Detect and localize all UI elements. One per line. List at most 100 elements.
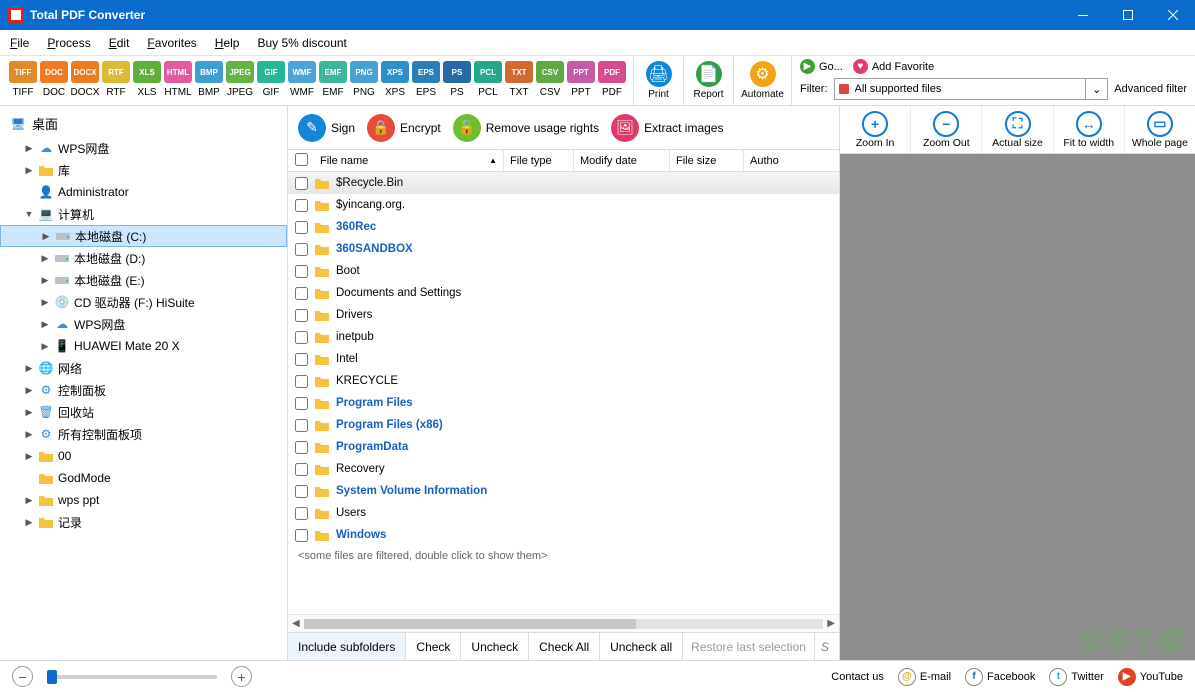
filter-dropdown-icon[interactable]: ⌄ bbox=[1086, 78, 1108, 100]
zoom-slider[interactable] bbox=[47, 675, 217, 679]
row-checkbox[interactable] bbox=[295, 309, 308, 322]
encrypt-button[interactable]: 🔒Encrypt bbox=[367, 114, 441, 142]
print-button[interactable]: 🖨 Print bbox=[634, 56, 684, 105]
folder-tree[interactable]: 🖥 桌面 ▶☁WPS网盘▶库👤Administrator▼💻计算机▶本地磁盘 (… bbox=[0, 106, 288, 660]
file-row[interactable]: ProgramData bbox=[288, 436, 839, 458]
tree-toggle-icon[interactable]: ▶ bbox=[24, 517, 34, 528]
whole-page-button[interactable]: ▭Whole page bbox=[1125, 106, 1195, 153]
email-link[interactable]: @E-mail bbox=[898, 668, 951, 686]
tree-jilu[interactable]: ▶记录 bbox=[0, 511, 287, 533]
file-row[interactable]: 360SANDBOX bbox=[288, 238, 839, 260]
filtered-note[interactable]: <some files are filtered, double click t… bbox=[288, 546, 839, 566]
facebook-link[interactable]: fFacebook bbox=[965, 668, 1035, 686]
format-doc[interactable]: DOCDOC bbox=[39, 58, 69, 105]
maximize-button[interactable] bbox=[1105, 0, 1150, 30]
format-txt[interactable]: TXTTXT bbox=[504, 58, 534, 105]
format-gif[interactable]: GIFGIF bbox=[256, 58, 286, 105]
tree-toggle-icon[interactable]: ▶ bbox=[40, 341, 50, 352]
minimize-button[interactable] bbox=[1060, 0, 1105, 30]
remove-rights-button[interactable]: 🔓Remove usage rights bbox=[453, 114, 599, 142]
file-row[interactable]: Users bbox=[288, 502, 839, 524]
file-row[interactable]: Program Files bbox=[288, 392, 839, 414]
tab-uncheck[interactable]: Uncheck bbox=[461, 633, 529, 660]
col-name[interactable]: File name▲ bbox=[314, 150, 504, 171]
tab-include-subfolders[interactable]: Include subfolders bbox=[288, 633, 406, 660]
tree-control[interactable]: ▶⚙控制面板 bbox=[0, 379, 287, 401]
tree-toggle-icon[interactable]: ▶ bbox=[24, 451, 34, 462]
menu-process[interactable]: Process bbox=[47, 36, 90, 50]
format-docx[interactable]: DOCXDOCX bbox=[70, 58, 100, 105]
tree-library[interactable]: ▶库 bbox=[0, 159, 287, 181]
file-row[interactable]: KRECYCLE bbox=[288, 370, 839, 392]
row-checkbox[interactable] bbox=[295, 265, 308, 278]
file-row[interactable]: Windows bbox=[288, 524, 839, 546]
zoom-in-status-button[interactable]: + bbox=[231, 666, 252, 687]
tree-toggle-icon[interactable]: ▶ bbox=[40, 297, 50, 308]
file-row[interactable]: Intel bbox=[288, 348, 839, 370]
row-checkbox[interactable] bbox=[295, 221, 308, 234]
file-row[interactable]: Program Files (x86) bbox=[288, 414, 839, 436]
tree-allcontrol[interactable]: ▶⚙所有控制面板项 bbox=[0, 423, 287, 445]
format-xls[interactable]: XLSXLS bbox=[132, 58, 162, 105]
tab-check-all[interactable]: Check All bbox=[529, 633, 600, 660]
file-row[interactable]: System Volume Information bbox=[288, 480, 839, 502]
file-row[interactable]: inetpub bbox=[288, 326, 839, 348]
tree-godmode[interactable]: GodMode bbox=[0, 467, 287, 489]
row-checkbox[interactable] bbox=[295, 463, 308, 476]
tree-wps-cloud2[interactable]: ▶☁WPS网盘 bbox=[0, 313, 287, 335]
tree-toggle-icon[interactable]: ▶ bbox=[40, 319, 50, 330]
format-png[interactable]: PNGPNG bbox=[349, 58, 379, 105]
tree-toggle-icon[interactable]: ▶ bbox=[40, 253, 50, 264]
tree-toggle-icon[interactable]: ▶ bbox=[24, 495, 34, 506]
zoom-out-button[interactable]: −Zoom Out bbox=[911, 106, 982, 153]
menu-file[interactable]: File bbox=[10, 36, 29, 50]
format-pdf[interactable]: PDFPDF bbox=[597, 58, 627, 105]
tree-drive-c[interactable]: ▶本地磁盘 (C:) bbox=[0, 225, 287, 247]
tree-toggle-icon[interactable]: ▶ bbox=[41, 231, 51, 242]
format-xps[interactable]: XPSXPS bbox=[380, 58, 410, 105]
row-checkbox[interactable] bbox=[295, 397, 308, 410]
format-html[interactable]: HTMLHTML bbox=[163, 58, 193, 105]
format-emf[interactable]: EMFEMF bbox=[318, 58, 348, 105]
advanced-filter-link[interactable]: Advanced filter bbox=[1114, 83, 1187, 95]
format-bmp[interactable]: BMPBMP bbox=[194, 58, 224, 105]
row-checkbox[interactable] bbox=[295, 353, 308, 366]
row-checkbox[interactable] bbox=[295, 485, 308, 498]
tree-zz[interactable]: ▶00 bbox=[0, 445, 287, 467]
tab-check[interactable]: Check bbox=[406, 633, 461, 660]
row-checkbox[interactable] bbox=[295, 419, 308, 432]
tree-drive-e[interactable]: ▶本地磁盘 (E:) bbox=[0, 269, 287, 291]
tree-toggle-icon[interactable]: ▶ bbox=[24, 429, 34, 440]
add-favorite-button[interactable]: ♥Add Favorite bbox=[853, 59, 934, 74]
slider-thumb[interactable] bbox=[47, 670, 57, 684]
fit-width-button[interactable]: ↔Fit to width bbox=[1054, 106, 1125, 153]
select-all-checkbox[interactable] bbox=[295, 153, 308, 166]
report-button[interactable]: 📄 Report bbox=[684, 56, 734, 105]
file-row[interactable]: $yincang.org. bbox=[288, 194, 839, 216]
row-checkbox[interactable] bbox=[295, 177, 308, 190]
row-checkbox[interactable] bbox=[295, 287, 308, 300]
format-tiff[interactable]: TIFFTIFF bbox=[8, 58, 38, 105]
row-checkbox[interactable] bbox=[295, 441, 308, 454]
hscrollbar[interactable]: ◀ ▶ bbox=[288, 614, 839, 632]
actual-size-button[interactable]: ⛶Actual size bbox=[982, 106, 1053, 153]
row-checkbox[interactable] bbox=[295, 331, 308, 344]
tab-search[interactable]: S bbox=[815, 633, 835, 660]
file-row[interactable]: Documents and Settings bbox=[288, 282, 839, 304]
extract-images-button[interactable]: 🖼Extract images bbox=[611, 114, 723, 142]
tree-computer[interactable]: ▼💻计算机 bbox=[0, 203, 287, 225]
tree-toggle-icon[interactable]: ▶ bbox=[24, 385, 34, 396]
scroll-left-icon[interactable]: ◀ bbox=[292, 618, 300, 629]
format-eps[interactable]: EPSEPS bbox=[411, 58, 441, 105]
menu-edit[interactable]: Edit bbox=[109, 36, 130, 50]
tree-toggle-icon[interactable]: ▶ bbox=[24, 363, 34, 374]
tree-toggle-icon[interactable]: ▶ bbox=[24, 143, 34, 154]
tree-huawei[interactable]: ▶📱HUAWEI Mate 20 X bbox=[0, 335, 287, 357]
format-pcl[interactable]: PCLPCL bbox=[473, 58, 503, 105]
tree-toggle-icon[interactable]: ▶ bbox=[40, 275, 50, 286]
tree-toggle-icon[interactable]: ▶ bbox=[24, 165, 34, 176]
tree-network[interactable]: ▶🌐网络 bbox=[0, 357, 287, 379]
tree-root-desktop[interactable]: 🖥 桌面 bbox=[0, 110, 287, 137]
format-csv[interactable]: CSVCSV bbox=[535, 58, 565, 105]
twitter-link[interactable]: tTwitter bbox=[1049, 668, 1103, 686]
